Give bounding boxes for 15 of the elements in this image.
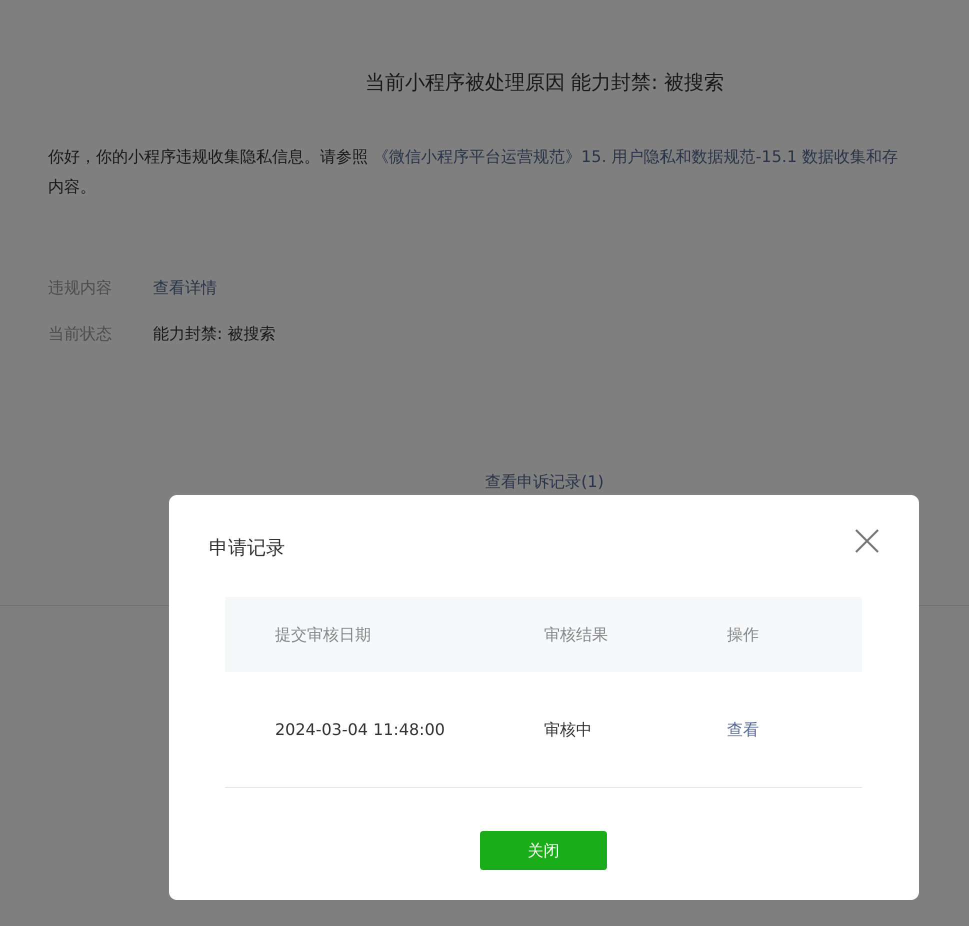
table-cell-text: 审核中 — [544, 718, 593, 740]
table-cell-text: 2024-03-04 11:48:00 — [274, 718, 446, 740]
column-header: 提交审核日期 — [274, 624, 372, 646]
column-header: 操作 — [727, 624, 760, 646]
view-link[interactable]: 查看 — [727, 720, 759, 738]
appeal-record-link[interactable]: 查看申诉记录(1) — [485, 472, 604, 491]
field-value: 能力封禁: 被搜索 — [153, 324, 276, 343]
detail-link[interactable]: 查看详情 — [153, 278, 217, 297]
column-header: 审核结果 — [544, 624, 609, 646]
dialog-title: 申请记录 — [209, 537, 285, 560]
page-title: 当前小程序被处理原因 能力封禁: 被搜索 — [364, 69, 726, 94]
close-icon[interactable] — [853, 527, 881, 555]
rules-link[interactable]: 《微信小程序平台运营规范》15. 用户隐私和数据规范-15.1 数据收集和存 — [373, 147, 898, 166]
close-button[interactable]: 关闭 — [480, 831, 607, 870]
notice-text: 你好，你的小程序违规收集隐私信息。请参照 《微信小程序平台运营规范》15. 用户隐私和数据规范-15.1 数据收集和存 内容。 — [48, 146, 900, 198]
